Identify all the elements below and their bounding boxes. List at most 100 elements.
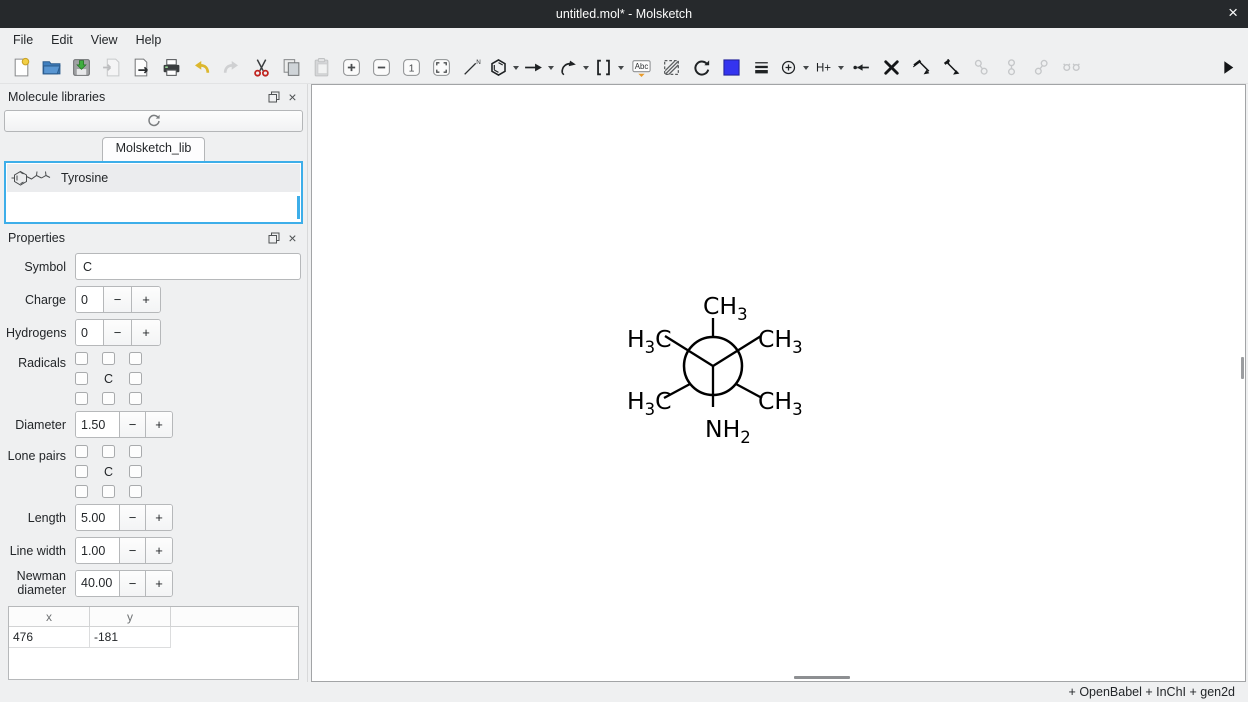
lone-pair-checkbox[interactable] xyxy=(129,445,142,458)
close-dock-icon[interactable]: × xyxy=(286,91,299,104)
library-dock-titlebar: Molecule libraries × xyxy=(8,89,299,105)
electron-flow-1-button[interactable] xyxy=(908,55,934,81)
diameter-value[interactable]: 1.50 xyxy=(76,412,120,437)
charge-tool-button[interactable] xyxy=(778,55,809,81)
radical-checkbox[interactable] xyxy=(129,392,142,405)
hydrogens-decrement-button[interactable]: − xyxy=(104,320,132,345)
charge-value[interactable]: 0 xyxy=(76,287,104,312)
radical-checkbox[interactable] xyxy=(102,352,115,365)
lone-pair-checkbox[interactable] xyxy=(75,485,88,498)
hydrogens-increment-button[interactable]: + xyxy=(132,320,160,345)
substituent-label-upper-right[interactable]: CH3 xyxy=(758,325,803,357)
float-dock-icon[interactable] xyxy=(267,91,280,104)
diameter-increment-button[interactable]: + xyxy=(146,412,172,437)
new-document-button[interactable] xyxy=(8,55,34,81)
column-header-y[interactable]: y xyxy=(90,607,171,626)
rotate-tool-button[interactable] xyxy=(688,55,714,81)
reaction-arrow-button[interactable] xyxy=(523,55,554,81)
draw-bond-button[interactable]: N xyxy=(458,55,484,81)
substituent-label-upper-left[interactable]: H3C xyxy=(627,325,672,357)
radical-checkbox[interactable] xyxy=(129,372,142,385)
length-increment-button[interactable]: + xyxy=(146,505,172,530)
dropdown-arrow-icon[interactable] xyxy=(583,66,589,70)
canvas-vertical-scrollbar-thumb[interactable] xyxy=(1241,357,1244,379)
diameter-decrement-button[interactable]: − xyxy=(120,412,146,437)
library-scrollbar-thumb[interactable] xyxy=(297,196,300,219)
charge-increment-button[interactable]: + xyxy=(132,287,160,312)
menu-help[interactable]: Help xyxy=(127,30,171,50)
cut-button[interactable] xyxy=(248,55,274,81)
dropdown-arrow-icon[interactable] xyxy=(803,66,809,70)
length-decrement-button[interactable]: − xyxy=(120,505,146,530)
column-header-x[interactable]: x xyxy=(9,607,90,626)
menu-edit[interactable]: Edit xyxy=(42,30,82,50)
lone-pair-checkbox[interactable] xyxy=(129,465,142,478)
substituent-label-lower-left[interactable]: H3C xyxy=(627,387,672,419)
canvas-horizontal-scrollbar-thumb[interactable] xyxy=(794,676,850,679)
text-tool-button[interactable]: Abc xyxy=(628,55,654,81)
radical-checkbox[interactable] xyxy=(129,352,142,365)
open-file-button[interactable] xyxy=(38,55,64,81)
close-window-button[interactable]: × xyxy=(1228,3,1238,23)
lone-pair-checkbox[interactable] xyxy=(75,465,88,478)
menu-view[interactable]: View xyxy=(82,30,127,50)
radical-checkbox[interactable] xyxy=(75,392,88,405)
dropdown-arrow-icon[interactable] xyxy=(618,66,624,70)
symbol-input[interactable]: C xyxy=(75,253,301,280)
newman-projection-molecule[interactable]: CH3 H3C CH3 H3C CH3 NH2 xyxy=(312,85,1246,681)
save-file-button[interactable] xyxy=(68,55,94,81)
delete-cross-icon xyxy=(881,57,902,78)
length-value[interactable]: 5.00 xyxy=(76,505,120,530)
substituent-label-lower-right[interactable]: CH3 xyxy=(758,387,803,419)
float-dock-icon[interactable] xyxy=(267,232,280,245)
radical-checkbox[interactable] xyxy=(75,352,88,365)
connect-tool-button[interactable] xyxy=(848,55,874,81)
hydrogen-tool-button[interactable]: H+ xyxy=(813,55,844,81)
dropdown-arrow-icon[interactable] xyxy=(548,66,554,70)
line-width-value[interactable]: 1.00 xyxy=(76,538,120,563)
svg-text:1: 1 xyxy=(408,62,414,74)
cell-y[interactable]: -181 xyxy=(90,627,171,648)
toolbar-extension-button[interactable] xyxy=(1214,55,1240,81)
copy-button[interactable] xyxy=(278,55,304,81)
dropdown-arrow-icon[interactable] xyxy=(838,66,844,70)
line-width-button[interactable] xyxy=(748,55,774,81)
newman-diameter-value[interactable]: 40.00 xyxy=(76,571,120,596)
color-picker-button[interactable] xyxy=(718,55,744,81)
charge-decrement-button[interactable]: − xyxy=(104,287,132,312)
line-width-increment-button[interactable]: + xyxy=(146,538,172,563)
drawing-canvas[interactable]: CH3 H3C CH3 H3C CH3 NH2 xyxy=(311,84,1246,682)
menu-file[interactable]: File xyxy=(4,30,42,50)
export-file-button[interactable] xyxy=(128,55,154,81)
lone-pair-checkbox[interactable] xyxy=(102,485,115,498)
lone-pair-checkbox[interactable] xyxy=(102,445,115,458)
library-item[interactable]: Tyrosine xyxy=(7,164,300,192)
mechanism-arrow-button[interactable] xyxy=(558,55,589,81)
line-width-decrement-button[interactable]: − xyxy=(120,538,146,563)
lone-pair-checkbox[interactable] xyxy=(129,485,142,498)
lone-pair-checkbox[interactable] xyxy=(75,445,88,458)
hydrogens-value[interactable]: 0 xyxy=(76,320,104,345)
substituent-label-top[interactable]: CH3 xyxy=(703,292,748,324)
zoom-fit-button[interactable] xyxy=(428,55,454,81)
newman-diameter-increment-button[interactable]: + xyxy=(146,571,172,596)
radical-checkbox[interactable] xyxy=(75,372,88,385)
close-dock-icon[interactable]: × xyxy=(286,232,299,245)
undo-button[interactable] xyxy=(188,55,214,81)
zoom-in-button[interactable] xyxy=(338,55,364,81)
bracket-tool-button[interactable] xyxy=(593,55,624,81)
zoom-out-button[interactable] xyxy=(368,55,394,81)
substituent-label-bottom[interactable]: NH2 xyxy=(705,415,751,447)
radical-checkbox[interactable] xyxy=(102,392,115,405)
delete-tool-button[interactable] xyxy=(878,55,904,81)
refresh-library-button[interactable] xyxy=(4,110,303,132)
zoom-original-button[interactable]: 1 xyxy=(398,55,424,81)
ring-tool-button[interactable] xyxy=(488,55,519,81)
cell-x[interactable]: 476 xyxy=(9,627,90,648)
print-button[interactable] xyxy=(158,55,184,81)
electron-flow-2-button[interactable] xyxy=(938,55,964,81)
selection-tool-button[interactable] xyxy=(658,55,684,81)
tab-molsketch-lib[interactable]: Molsketch_lib xyxy=(102,137,206,161)
dropdown-arrow-icon[interactable] xyxy=(513,66,519,70)
newman-diameter-decrement-button[interactable]: − xyxy=(120,571,146,596)
